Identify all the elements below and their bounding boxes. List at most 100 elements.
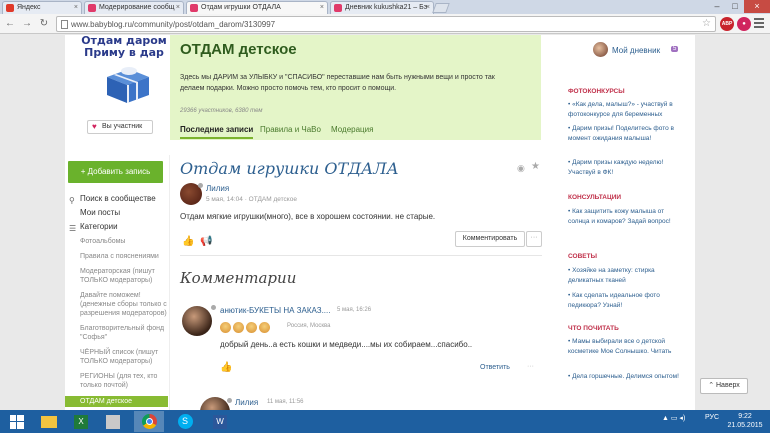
join-community-button[interactable]: ♥ Вы участник bbox=[87, 120, 153, 134]
taskbar: X S W ▲ ▭ ◂) РУС 9:22 21.05.2015 bbox=[0, 410, 770, 433]
start-button-icon[interactable] bbox=[2, 411, 32, 432]
badge-icon bbox=[259, 322, 270, 333]
sidebar-menu: ⚲ Поиск в сообществе Мои посты ☰ Категор… bbox=[65, 192, 168, 410]
sidebar-link[interactable]: • Как сделать идеальное фото педикюра? У… bbox=[568, 291, 680, 310]
more-button[interactable]: ··· bbox=[526, 231, 542, 247]
avatar bbox=[593, 42, 608, 57]
thumbs-up-icon[interactable]: 👍 bbox=[182, 236, 194, 247]
my-diary-link[interactable]: Мой дневник 5 bbox=[567, 41, 685, 59]
adblock-extension-icon[interactable]: ABP bbox=[720, 17, 734, 31]
clock[interactable]: 9:22 21.05.2015 bbox=[725, 412, 765, 430]
plus-icon: + bbox=[80, 167, 88, 176]
divider bbox=[180, 255, 542, 256]
post-title[interactable]: Отдам игрушки ОТДАЛА bbox=[180, 159, 399, 178]
maximize-button[interactable]: □ bbox=[726, 0, 744, 13]
tab-latest-posts[interactable]: Последние записи bbox=[180, 125, 254, 139]
file-explorer-icon[interactable] bbox=[34, 411, 64, 432]
thumbs-up-icon[interactable]: 👍 bbox=[220, 362, 232, 373]
community-banner-text: Отдам даром Приму в дар bbox=[81, 35, 167, 59]
browser-menu-icon[interactable] bbox=[754, 18, 764, 30]
url-input[interactable] bbox=[71, 18, 681, 31]
back-icon[interactable]: ← bbox=[3, 17, 17, 31]
browser-toolbar: ← → ↻ ☆ ABP ● bbox=[0, 14, 770, 34]
page-content: Отдам даром Приму в дар ♥ Вы участник ОТ… bbox=[65, 35, 695, 410]
browser-tab-active[interactable]: Отдам игрушки ОТДАЛА × bbox=[186, 1, 328, 14]
more-icon[interactable]: ··· bbox=[527, 363, 534, 370]
comment-author[interactable]: Лилия bbox=[235, 398, 258, 407]
address-bar[interactable]: ☆ bbox=[56, 16, 716, 32]
avatar[interactable] bbox=[200, 397, 230, 410]
reply-link[interactable]: Ответить bbox=[480, 364, 510, 371]
section-title: КОНСУЛЬТАЦИИ bbox=[568, 194, 622, 201]
close-tab-icon[interactable]: × bbox=[426, 2, 430, 14]
minimize-button[interactable]: – bbox=[708, 0, 726, 13]
avatar[interactable] bbox=[182, 306, 212, 336]
close-window-button[interactable]: × bbox=[744, 0, 770, 13]
babyblog-favicon-icon bbox=[190, 4, 198, 12]
category-link[interactable]: Правила с пояснениями bbox=[68, 252, 168, 261]
gift-box-icon bbox=[107, 67, 149, 103]
sidebar-item-categories[interactable]: ☰ Категории bbox=[68, 220, 168, 234]
favorite-star-icon[interactable]: ★ bbox=[531, 161, 540, 172]
tab-rules-faq[interactable]: Правила и ЧаВо bbox=[260, 125, 321, 134]
sidebar-link[interactable]: • Как защитить кожу малыша от солнца и к… bbox=[568, 207, 680, 226]
browser-tab[interactable]: Яндекс × bbox=[2, 1, 82, 14]
close-tab-icon[interactable]: × bbox=[320, 2, 324, 14]
category-link[interactable]: РЕГИОНЫ (для тех, кто только почтой) bbox=[68, 372, 168, 390]
skype-icon[interactable]: S bbox=[170, 411, 200, 432]
browser-tab[interactable]: Дневник kukushka21 – Бэ × bbox=[330, 1, 434, 14]
sidebar-link[interactable]: • Хозяйке на заметку: стирка деликатных … bbox=[568, 266, 680, 285]
browser-tab[interactable]: Модерирование сообщ × bbox=[84, 1, 184, 14]
category-link-active[interactable]: ОТДАМ детское bbox=[65, 396, 168, 407]
sidebar-item-search[interactable]: ⚲ Поиск в сообществе bbox=[68, 192, 168, 206]
tray-icon[interactable]: ▲ ▭ ◂) bbox=[662, 414, 685, 422]
bookmark-star-icon[interactable]: ☆ bbox=[702, 18, 711, 29]
badge-icon bbox=[220, 322, 231, 333]
comment-time: 5 мая, 16:26 bbox=[337, 307, 372, 313]
comment-button[interactable]: Комментировать bbox=[455, 231, 525, 247]
sidebar-link[interactable]: • Дарим призы каждую неделю! Участвуй в … bbox=[568, 158, 680, 177]
chrome-icon[interactable] bbox=[134, 411, 164, 432]
forward-icon[interactable]: → bbox=[20, 17, 34, 31]
post-body: Отдам мягкие игрушки(много), все в хорош… bbox=[180, 212, 436, 221]
user-badges bbox=[220, 322, 272, 335]
category-link[interactable]: Благотворительный фонд "Софья" bbox=[68, 324, 168, 342]
back-to-top-button[interactable]: ⌃ Наверх bbox=[700, 378, 748, 394]
community-stats: 29366 участников, 6380 тем bbox=[180, 108, 263, 114]
new-tab-button[interactable] bbox=[432, 3, 450, 13]
sidebar-link[interactable]: • Мамы выбирали все о детской косметике … bbox=[568, 337, 680, 356]
sidebar-item-my-posts[interactable]: Мои посты bbox=[68, 206, 168, 220]
community-title[interactable]: ОТДАМ детское bbox=[180, 41, 297, 58]
close-tab-icon[interactable]: × bbox=[74, 2, 78, 14]
babyblog-favicon-icon bbox=[88, 4, 96, 12]
post-author[interactable]: Лилия bbox=[206, 184, 229, 193]
badge-icon bbox=[233, 322, 244, 333]
megaphone-icon[interactable]: 📢 bbox=[200, 236, 212, 247]
reload-icon[interactable]: ↻ bbox=[37, 17, 51, 31]
column-divider bbox=[169, 155, 170, 410]
category-link[interactable]: Фотоальбомы bbox=[68, 237, 168, 246]
comment-text: добрый день..а есть кошки и медведи....м… bbox=[220, 340, 473, 349]
section-title: ЧТО ПОЧИТАТЬ bbox=[568, 325, 619, 332]
babyblog-favicon-icon bbox=[334, 4, 342, 12]
babyblog-extension-icon[interactable]: ● bbox=[737, 17, 751, 31]
category-link[interactable]: ЧЁРНЫЙ список (пишут ТОЛЬКО модераторы) bbox=[68, 348, 168, 366]
language-indicator[interactable]: РУС bbox=[705, 414, 719, 421]
sidebar-link[interactable]: • Дарим призы! Поделитесь фото в момент … bbox=[568, 124, 680, 143]
sidebar-link[interactable]: • Дела горшечные. Делимся опытом! bbox=[568, 372, 680, 382]
comment-author[interactable]: анютик-БУКЕТЫ НА ЗАКАЗ.... bbox=[220, 306, 330, 315]
community-description: Здесь мы ДАРИМ за УЛЫБКУ и "СПАСИБО" пер… bbox=[180, 74, 495, 92]
section-title: ФОТОКОНКУРСЫ bbox=[568, 88, 625, 95]
sidebar-link[interactable]: • «Как дела, малыш?» - участвуй в фотоко… bbox=[568, 100, 680, 119]
tab-moderation[interactable]: Модерация bbox=[331, 125, 373, 134]
category-link[interactable]: Давайте поможем! (денежные сборы только … bbox=[68, 291, 168, 318]
word-icon[interactable]: W bbox=[205, 411, 235, 432]
close-tab-icon[interactable]: × bbox=[176, 2, 180, 14]
app-icon[interactable] bbox=[98, 411, 128, 432]
badge-icon bbox=[246, 322, 257, 333]
list-icon: ☰ bbox=[69, 224, 77, 233]
category-link[interactable]: Модераторская (пишут ТОЛЬКО модераторы) bbox=[68, 267, 168, 285]
add-post-button[interactable]: + Добавить запись bbox=[68, 161, 163, 183]
eye-icon: ◉ bbox=[517, 163, 525, 173]
excel-icon[interactable]: X bbox=[66, 411, 96, 432]
